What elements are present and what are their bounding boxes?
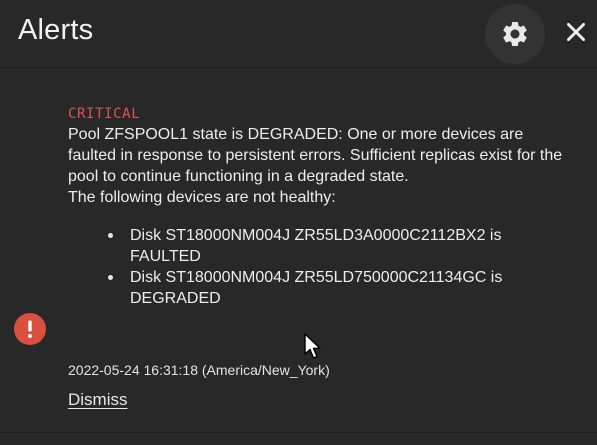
alert-timestamp: 2022-05-24 16:31:18 (America/New_York) [68,362,330,378]
mouse-cursor-icon [304,333,321,359]
alert-message-line: Pool ZFSPOOL1 state is DEGRADED: One or … [68,126,563,185]
device-list-item: Disk ST18000NM004J ZR55LD3A0000C2112BX2 … [104,225,573,267]
device-list: Disk ST18000NM004J ZR55LD3A0000C2112BX2 … [68,225,573,309]
alert-message-line: The following devices are not healthy: [68,189,336,206]
alerts-panel: Alerts CRITICAL Pool ZFSPOOL1 state is D… [0,0,597,445]
device-list-item: Disk ST18000NM004J ZR55LD750000C21134GC … [104,267,573,309]
alert-body: CRITICAL Pool ZFSPOOL1 state is DEGRADED… [68,106,573,309]
alert-item: CRITICAL Pool ZFSPOOL1 state is DEGRADED… [0,70,597,432]
dismiss-link[interactable]: Dismiss [68,390,128,410]
panel-title: Alerts [18,14,94,46]
settings-button[interactable] [485,4,545,64]
alerts-header: Alerts [0,0,597,69]
alert-divider [0,432,597,433]
gear-icon [503,21,527,46]
close-button[interactable] [559,14,593,50]
exclamation-icon [28,320,32,338]
error-circle-icon [14,313,46,345]
close-icon [567,23,585,41]
alert-message: Pool ZFSPOOL1 state is DEGRADED: One or … [68,124,573,208]
alert-level: CRITICAL [68,106,141,122]
